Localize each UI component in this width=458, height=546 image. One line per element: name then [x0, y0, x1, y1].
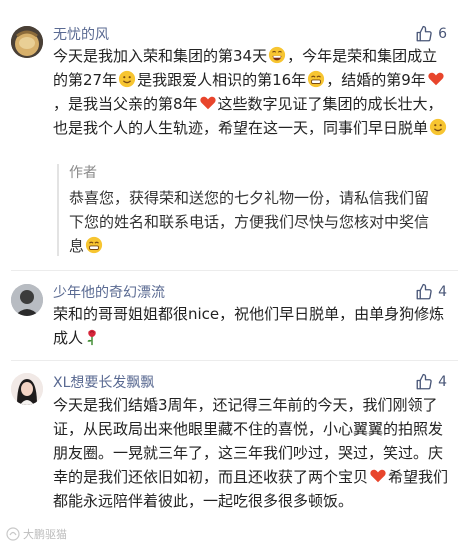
like-count: 4: [438, 284, 447, 300]
reply-text-content: 恭喜您，获得荣和送您的七夕礼物一份，请私信我们留下您的姓名和联系电话，方便我们尽…: [69, 189, 430, 255]
comment-text: 今天是我们结婚3周年，还记得三年前的今天，我们刚领了证，从民政局出来他眼里藏不住…: [53, 393, 449, 513]
reply-author: 作者: [69, 165, 97, 181]
thumbs-up-icon: [416, 283, 432, 300]
heart-icon: [370, 469, 386, 483]
comment-text-part: 今天是我加入荣和集团的第34天: [53, 47, 268, 65]
grin-emoji: [308, 70, 325, 88]
comment-text: 荣和的哥哥姐姐都很nice，祝他们早日脱单，由单身狗修炼成人: [53, 302, 449, 350]
comment-text-content: 荣和的哥哥姐姐都很nice，祝他们早日脱单，由单身狗修炼成人: [53, 305, 445, 347]
author-reply: 作者 恭喜您，获得荣和送您的七夕礼物一份，请私信我们留下您的姓名和联系电话，方便…: [57, 164, 451, 256]
like-count: 6: [438, 26, 447, 42]
comment-text-part: ，结婚的第9年: [326, 71, 426, 89]
avatar[interactable]: [11, 284, 43, 316]
like-count: 4: [438, 374, 447, 390]
thumbs-up-icon: [416, 373, 432, 390]
username[interactable]: 无忧的风: [53, 26, 109, 44]
like-button[interactable]: 6: [415, 25, 447, 43]
rose-icon: [87, 329, 96, 346]
watermark: 大鹏驱猫: [6, 526, 67, 542]
avatar[interactable]: [11, 26, 43, 58]
comment-text-part: 是我跟爱人相识的第16年: [137, 71, 307, 89]
smile-emoji: [118, 70, 136, 88]
reply-text: 恭喜您，获得荣和送您的七夕礼物一份，请私信我们留下您的姓名和联系电话，方便我们尽…: [69, 186, 441, 258]
like-button[interactable]: 4: [415, 373, 447, 391]
watermark-logo-icon: [6, 527, 20, 541]
comment-text: 今天是我加入荣和集团的第34天 ，今年是荣和集团成立的第27年 是我跟爱人相识的第1…: [53, 44, 449, 140]
watermark-text: 大鹏驱猫: [23, 528, 67, 541]
username[interactable]: 少年他的奇幻漂流: [53, 284, 165, 302]
like-button[interactable]: 4: [415, 283, 447, 301]
heart-icon: [199, 96, 216, 110]
username[interactable]: XL想要长发飘飘: [53, 374, 154, 392]
divider: [11, 360, 458, 361]
comment-text-part: ，是我当父亲的第8年: [53, 95, 198, 113]
thumbs-up-icon: [416, 25, 432, 42]
grin-emoji: [268, 46, 286, 64]
smile-emoji: [429, 118, 447, 136]
grin-emoji: [85, 236, 103, 254]
divider: [11, 270, 458, 271]
heart-icon: [428, 72, 444, 86]
avatar[interactable]: [11, 373, 43, 405]
